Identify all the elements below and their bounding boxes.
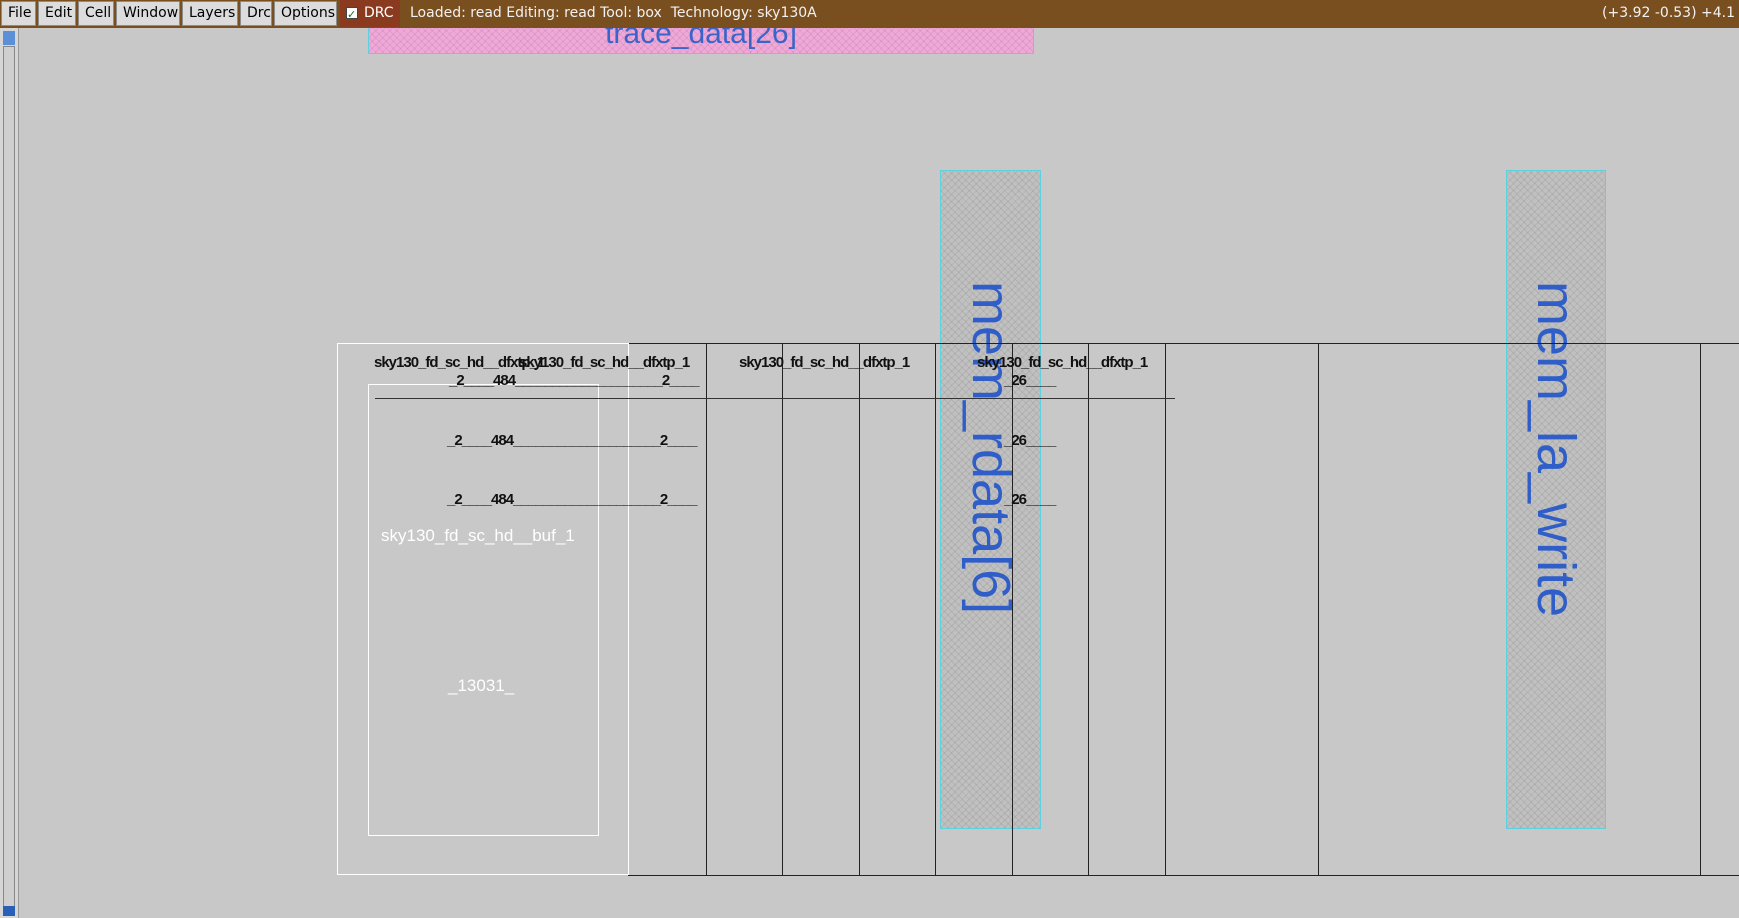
vertical-scrollbar[interactable] [0,28,19,918]
overlap-label-row1c: sky130_fd_sc_hd__dfxtp_1 [739,354,910,371]
row-top-line [628,343,1739,344]
scroll-track[interactable] [3,46,15,908]
trace-data-layer-box: trace_data[26] [368,28,1034,54]
cell-boundary [1165,343,1166,875]
cursor-coordinates: (+3.92 -0.53) +4.1 [1602,5,1735,21]
menu-options[interactable]: Options [274,1,337,26]
cell-boundary [859,343,860,875]
scroll-up-arrow-icon[interactable] [3,31,15,45]
overlap-label-row4: _2____484____________________2____ [447,491,698,508]
overlap-label-right1: sky130_fd_sc_hd__dfxtp_1 [977,354,1148,371]
row-bottom-line [628,875,1739,876]
overlap-label-row2: _2____484____________________2____ [449,372,700,389]
drc-toggle[interactable]: DRC [340,0,400,28]
cell-boundary [1700,343,1701,875]
cell-boundary [706,343,707,875]
overlap-label-right3: _26____ [1004,432,1056,449]
cell-boundary [935,343,936,875]
drc-checkbox-icon [346,1,358,28]
menu-drc[interactable]: Drc [240,1,272,26]
overlap-label-row3: _2____484____________________2____ [447,432,698,449]
layout-canvas[interactable]: trace_data[26] mem_rdata[6] mem_la_write… [19,28,1739,918]
drc-toggle-label: DRC [364,5,394,21]
cell-boundary [1318,343,1319,875]
cell-boundary [1088,343,1089,875]
overlap-label-right4: _26____ [1004,491,1056,508]
menu-window[interactable]: Window [116,1,180,26]
mem-la-write-layer-box: mem_la_write [1506,170,1606,829]
cell-boundary [782,343,783,875]
trace-data-label: trace_data[26] [605,28,797,50]
selected-cell-inner[interactable] [368,384,599,836]
status-text: Loaded: read Editing: read Tool: box Tec… [410,5,817,21]
mem-la-write-label: mem_la_write [1526,281,1586,618]
menu-layers[interactable]: Layers [182,1,238,26]
menu-bar: File Edit Cell Window Layers Drc Options… [0,0,1739,28]
overlap-underline [375,398,1175,399]
menu-edit[interactable]: Edit [38,1,76,26]
menu-cell[interactable]: Cell [78,1,114,26]
cell-type-label: sky130_fd_sc_hd__buf_1 [381,526,575,545]
cell-boundary [1012,343,1013,875]
scroll-down-arrow-icon[interactable] [3,906,15,916]
overlap-label-row1b: sky130_fd_sc_hd__dfxtp_1 [519,354,690,371]
menu-file[interactable]: File [1,1,36,26]
cell-instance-label: _13031_ [448,676,515,695]
overlap-label-right2: _26____ [1004,372,1056,389]
